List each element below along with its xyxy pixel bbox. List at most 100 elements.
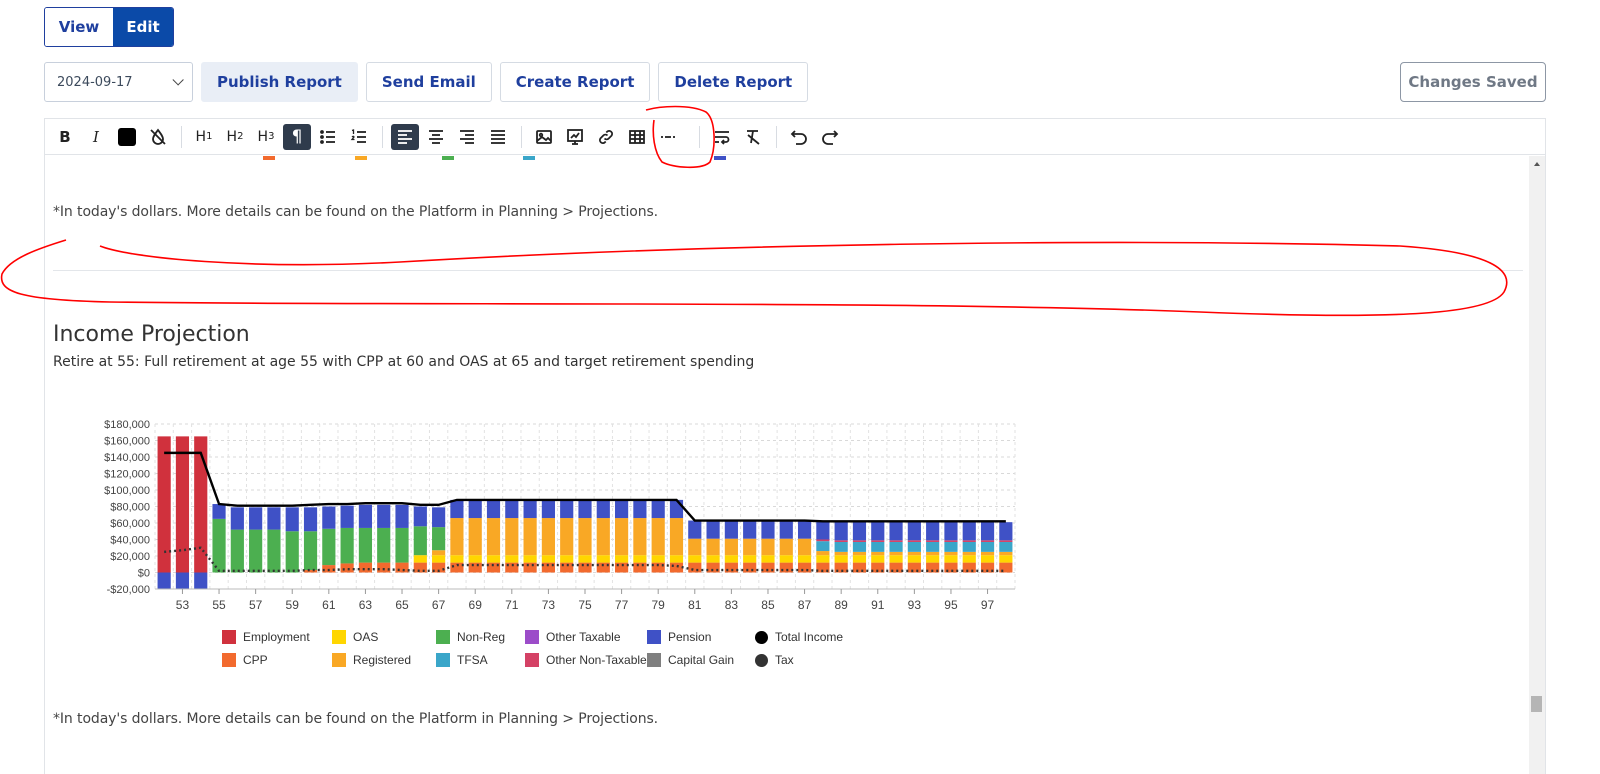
bar-segment-oas bbox=[633, 555, 647, 563]
editor-content[interactable]: *In today's dollars. More details can be… bbox=[45, 156, 1529, 774]
color-swatch-icon bbox=[118, 127, 136, 146]
toolbar-divider bbox=[776, 125, 777, 148]
bar-segment-pension bbox=[596, 499, 610, 519]
x-tick-label: 75 bbox=[578, 598, 592, 612]
bar-segment-oas bbox=[615, 555, 629, 563]
legend-swatch bbox=[525, 653, 539, 667]
bar-segment-tfsa bbox=[926, 541, 940, 552]
align-center-button[interactable] bbox=[422, 124, 450, 150]
y-tick-label: $0 bbox=[138, 568, 150, 580]
heading-1-button[interactable]: H1 bbox=[190, 124, 218, 150]
x-tick-label: 85 bbox=[761, 598, 775, 612]
bar-segment-other_non_taxable bbox=[926, 540, 940, 542]
text-color-button[interactable] bbox=[113, 124, 141, 150]
changes-saved-button[interactable]: Changes Saved bbox=[1400, 62, 1546, 102]
undo-icon bbox=[790, 129, 807, 145]
bar-segment-registered bbox=[651, 518, 665, 556]
send-email-button[interactable]: Send Email bbox=[365, 62, 492, 102]
insert-chart-button[interactable] bbox=[561, 124, 589, 150]
bar-segment-pension bbox=[633, 499, 647, 519]
bar-segment-cpp bbox=[669, 562, 684, 573]
x-tick-label: 91 bbox=[871, 598, 885, 612]
numbered-list-button[interactable] bbox=[345, 124, 373, 150]
paragraph-button[interactable]: ¶ bbox=[283, 123, 311, 150]
edit-button[interactable]: Edit bbox=[113, 8, 173, 46]
bar-segment-registered bbox=[999, 551, 1013, 556]
bar-segment-other_non_taxable bbox=[871, 540, 885, 542]
insert-table-button[interactable] bbox=[623, 124, 651, 150]
scrollbar-thumb[interactable] bbox=[1531, 696, 1542, 712]
legend-label: Employment bbox=[243, 630, 310, 644]
legend-label: OAS bbox=[353, 630, 379, 644]
bar-segment-non_reg bbox=[395, 527, 409, 563]
bar-segment-oas bbox=[688, 555, 702, 563]
delete-report-button[interactable]: Delete Report bbox=[658, 62, 809, 102]
bar-segment-tfsa bbox=[980, 541, 995, 552]
scroll-up-arrow-icon[interactable] bbox=[1534, 162, 1540, 166]
toolbar-divider bbox=[382, 125, 383, 148]
previous-chart-legend-edge bbox=[45, 156, 845, 160]
bar-segment-pension bbox=[432, 507, 446, 528]
redo-button[interactable] bbox=[816, 124, 844, 150]
create-report-button[interactable]: Create Report bbox=[499, 62, 651, 102]
x-tick-label: 69 bbox=[469, 598, 483, 612]
align-justify-icon bbox=[491, 129, 505, 144]
footnote-bottom: *In today's dollars. More details can be… bbox=[53, 711, 659, 727]
publish-report-button[interactable]: Publish Report bbox=[201, 62, 358, 102]
align-left-button[interactable] bbox=[391, 123, 419, 150]
bar-segment-pension bbox=[761, 520, 775, 539]
insert-link-button[interactable] bbox=[592, 124, 620, 150]
legend-swatch bbox=[523, 156, 535, 160]
legend-item-cpp: CPP bbox=[222, 653, 332, 667]
y-tick-label: $120,000 bbox=[104, 469, 150, 481]
insert-image-button[interactable] bbox=[530, 124, 558, 150]
y-tick-label: $180,000 bbox=[104, 419, 150, 431]
undo-button[interactable] bbox=[785, 124, 813, 150]
bar-segment-registered bbox=[980, 551, 995, 556]
clear-color-button[interactable] bbox=[144, 124, 172, 150]
bar-segment-other_non_taxable bbox=[889, 540, 903, 542]
bar-segment-non_reg bbox=[340, 527, 354, 564]
editor-scrollbar[interactable] bbox=[1529, 156, 1545, 774]
heading-3-button[interactable]: H3 bbox=[252, 124, 280, 150]
chart-icon bbox=[567, 128, 583, 145]
bar-segment-registered bbox=[834, 551, 848, 556]
bar-segment-pension bbox=[578, 499, 592, 519]
bar-segment-pension bbox=[194, 572, 208, 589]
no-color-icon bbox=[150, 128, 166, 145]
x-tick-label: 79 bbox=[652, 598, 666, 612]
bold-button[interactable]: B bbox=[51, 124, 79, 150]
bar-segment-registered bbox=[944, 551, 958, 556]
clear-format-button[interactable] bbox=[739, 124, 767, 150]
legend-label: Tax bbox=[775, 653, 794, 667]
bar-segment-cpp bbox=[303, 570, 318, 573]
italic-button[interactable]: I bbox=[82, 124, 110, 150]
bar-segment-non_reg bbox=[432, 527, 446, 551]
bar-segment-employment bbox=[157, 436, 171, 573]
bar-segment-registered bbox=[706, 538, 720, 556]
chevron-down-icon bbox=[172, 74, 184, 86]
bar-segment-other_non_taxable bbox=[834, 540, 848, 542]
h3-letter: H bbox=[257, 128, 269, 145]
bar-segment-pension bbox=[688, 520, 702, 539]
y-tick-label: $160,000 bbox=[104, 436, 150, 448]
align-justify-button[interactable] bbox=[484, 124, 512, 150]
bar-segment-oas bbox=[743, 555, 757, 563]
legend-swatch bbox=[263, 156, 275, 160]
bar-segment-registered bbox=[578, 518, 592, 556]
heading-2-button[interactable]: H2 bbox=[221, 124, 249, 150]
toolbar-divider bbox=[181, 125, 182, 148]
align-right-button[interactable] bbox=[453, 124, 481, 150]
legend-item-other_taxable: Other Taxable bbox=[525, 630, 647, 644]
horizontal-rule-button[interactable] bbox=[654, 124, 682, 150]
bar-segment-pension bbox=[816, 521, 830, 540]
legend-swatch bbox=[525, 630, 539, 644]
bullet-list-button[interactable] bbox=[314, 124, 342, 150]
hard-break-button[interactable] bbox=[708, 124, 736, 150]
bar-segment-pension bbox=[743, 520, 757, 539]
bar-segment-oas bbox=[907, 555, 921, 563]
report-date-select[interactable]: 2024-09-17 bbox=[44, 62, 193, 102]
bar-segment-registered bbox=[541, 518, 555, 556]
legend-item-oas: OAS bbox=[332, 630, 436, 644]
view-button[interactable]: View bbox=[45, 8, 113, 46]
